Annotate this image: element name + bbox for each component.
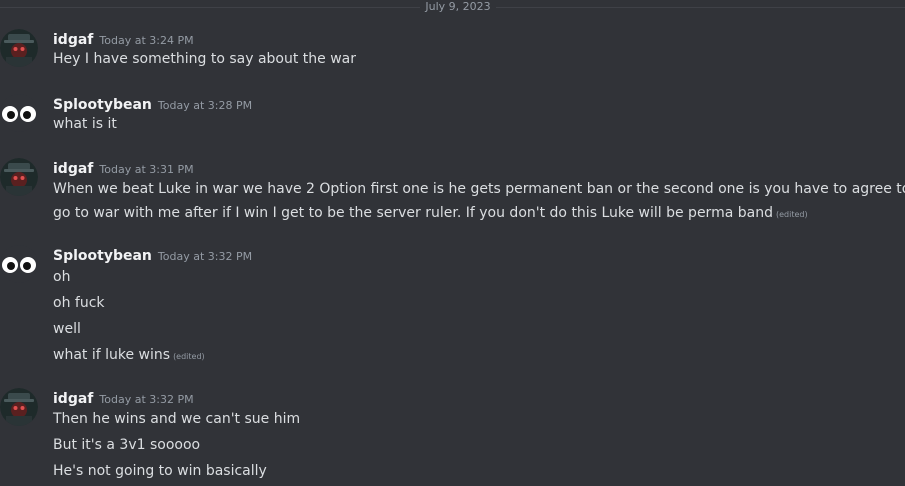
timestamp[interactable]: Today at 3:32 PM [158, 250, 252, 263]
message-text: oh [53, 269, 71, 285]
username[interactable]: Splootybean [53, 248, 152, 264]
message-header: Splootybean Today at 3:28 PM [53, 94, 252, 113]
masked-figure-avatar[interactable] [0, 158, 38, 196]
masked-figure-avatar[interactable] [0, 29, 38, 67]
timestamp[interactable]: Today at 3:31 PM [99, 163, 193, 176]
message-header: idgaf Today at 3:31 PM [53, 158, 194, 177]
username[interactable]: Splootybean [53, 97, 152, 113]
timestamp[interactable]: Today at 3:28 PM [158, 99, 252, 112]
divider-line [496, 7, 905, 8]
edited-label: (edited) [775, 210, 808, 219]
masked-figure-avatar[interactable] [0, 388, 38, 426]
message-text: well [53, 321, 81, 337]
message-text: When we beat Luke in war we have 2 Optio… [53, 181, 905, 197]
edited-label: (edited) [173, 352, 205, 361]
timestamp[interactable]: Today at 3:24 PM [99, 34, 193, 47]
timestamp[interactable]: Today at 3:32 PM [99, 393, 193, 406]
message-text: oh fuck [53, 295, 105, 311]
message-text: what is it [53, 116, 117, 132]
googly-eyes-avatar[interactable] [0, 245, 38, 283]
date-divider: July 9, 2023 [0, 0, 905, 13]
message-text: Hey I have something to say about the wa… [53, 51, 356, 67]
message-header: idgaf Today at 3:32 PM [53, 388, 194, 407]
message-header: Splootybean Today at 3:32 PM [53, 245, 252, 264]
message-text: what if luke wins [53, 347, 171, 363]
message-text: Then he wins and we can't sue him [53, 411, 301, 427]
message-text-line: go to war with me after if I win I get t… [53, 203, 808, 225]
divider-line [0, 7, 420, 8]
username[interactable]: idgaf [53, 391, 93, 407]
message-text: But it's a 3v1 sooooo [53, 437, 201, 453]
username[interactable]: idgaf [53, 161, 93, 177]
googly-eyes-avatar[interactable] [0, 94, 38, 132]
message-text: He's not going to win basically [53, 463, 267, 479]
message-text-line: what if luke wins (edited) [53, 345, 205, 367]
username[interactable]: idgaf [53, 32, 93, 48]
date-divider-label: July 9, 2023 [425, 0, 491, 13]
message-header: idgaf Today at 3:24 PM [53, 29, 194, 48]
message-text: go to war with me after if I win I get t… [53, 205, 773, 221]
